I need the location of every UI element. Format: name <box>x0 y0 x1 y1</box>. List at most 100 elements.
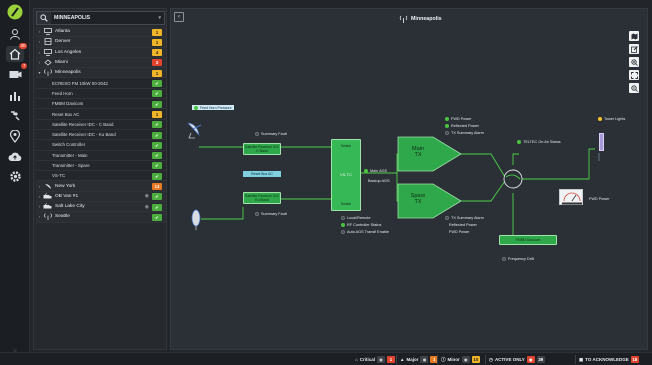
site-row[interactable]: › New York 13 <box>36 181 166 192</box>
user-icon[interactable] <box>6 26 24 42</box>
status-badge: ✔ <box>152 152 162 160</box>
map-pin-icon[interactable] <box>6 128 24 144</box>
fwd-power-meter[interactable]: FWD Power <box>589 197 609 201</box>
summary-fault-bottom[interactable]: Summary Fault <box>255 212 287 216</box>
switch-controller-vstc[interactable]: Switch VS-TC Switch <box>331 139 361 211</box>
site-row[interactable]: › Los Angeles 4 <box>36 47 166 58</box>
eye-icon[interactable]: ◉ <box>145 204 149 210</box>
device-row[interactable]: VS-TC ✔ <box>36 171 166 182</box>
chevron-right-icon[interactable]: › <box>36 204 43 209</box>
cloud-icon[interactable] <box>6 148 24 164</box>
rf-controller-status[interactable]: RF Controller Status <box>341 223 381 227</box>
critical-filter[interactable]: ⌂ Critical ◉ 1 <box>355 355 395 364</box>
alarm-icon[interactable]: 7 <box>6 63 27 82</box>
on-air-status[interactable]: TELTEC On Air Status <box>517 140 561 144</box>
backup-ags-label: Backup AGS <box>368 179 390 183</box>
status-badge: ✔ <box>152 162 162 170</box>
search-input[interactable]: MINNEAPOLIS ▾ <box>51 12 164 24</box>
site-row[interactable]: › Miami 3 <box>36 57 166 69</box>
device-name: Transmitter - Spare <box>52 163 90 168</box>
local-remote[interactable]: Local/Remote <box>341 216 370 220</box>
rf-switch-icon[interactable] <box>502 168 524 190</box>
chevron-right-icon[interactable]: › <box>36 50 43 55</box>
device-row[interactable]: Transmitter - Main ✔ <box>36 150 166 161</box>
to-acknowledge-filter[interactable]: ▣ TO ACKNOWLEDGE 18 <box>579 355 639 364</box>
site-panel: MINNEAPOLIS ▾ › Atlanta 1 › Denver 1 › Los Ange… <box>33 8 167 350</box>
reset-box-ac[interactable]: Reset Box AC <box>243 171 281 177</box>
tower-lights[interactable]: Tower Lights <box>598 117 625 121</box>
chevron-right-icon[interactable]: › <box>36 184 43 189</box>
eye-icon[interactable]: ◉ <box>461 356 470 363</box>
device-row[interactable]: Switch Controller ✔ <box>36 140 166 151</box>
antenna-load-icon[interactable] <box>599 133 604 151</box>
device-row[interactable]: FMBM Davicom ✔ <box>36 99 166 110</box>
frequency-drift[interactable]: Frequency Drift <box>502 257 534 261</box>
spare-reflected-power[interactable]: Reflected Power <box>449 223 477 227</box>
site-search[interactable]: MINNEAPOLIS ▾ <box>36 11 165 25</box>
major-filter[interactable]: ▲ Major ◉ 1 <box>400 355 439 364</box>
site-name: OB Van #1 <box>55 193 79 199</box>
settings-hint-icon[interactable] <box>6 108 24 124</box>
device-name: Reset Box AC <box>52 111 80 117</box>
eye-icon[interactable]: ◉ <box>376 356 385 363</box>
antenna-icon <box>43 213 52 221</box>
chevron-down-icon[interactable]: ▾ <box>158 12 161 24</box>
eye-icon[interactable]: ◉ <box>420 356 429 363</box>
status-badge: ✔ <box>152 213 162 221</box>
main-ags[interactable]: Main AGS <box>364 169 387 173</box>
spare-tx-summary-label: TX Summary Alarm <box>451 216 484 220</box>
main-tx-summary-alarm[interactable]: TX Summary Alarm <box>445 131 484 135</box>
logo-icon[interactable] <box>6 4 24 20</box>
gear-icon[interactable] <box>6 168 24 184</box>
spare-fwd-power[interactable]: FWD Power <box>449 230 469 234</box>
main-fwd-power[interactable]: FWD Power <box>445 117 471 121</box>
van-icon <box>43 192 52 200</box>
spare-tx-summary-alarm[interactable]: TX Summary Alarm <box>445 216 484 220</box>
feed-horn-pressure-tag[interactable]: Feed Horn Pressure <box>192 105 234 110</box>
summary-fault-top[interactable]: Summary Fault <box>255 132 287 136</box>
site-row[interactable]: › OB Van #1 ◉ ✔ <box>36 191 166 203</box>
chevron-right-icon[interactable]: › <box>36 214 43 219</box>
home-icon[interactable]: 30 <box>6 43 27 62</box>
status-dot <box>341 223 345 227</box>
sat-receiver-c-band[interactable]: Satellite Receiver IDC C Band <box>243 143 281 155</box>
device-row[interactable]: Feed Horn ✔ <box>36 88 166 100</box>
active-only-filter[interactable]: ◷ ACTIVE ONLY ◉ 39 <box>489 355 545 364</box>
chevron-right-icon[interactable]: › <box>36 29 43 34</box>
status-dot <box>517 140 521 144</box>
device-row[interactable]: Satellite Receiver IDC - C Band ✔ <box>36 119 166 130</box>
status-dot <box>341 216 345 220</box>
device-row[interactable]: Transmitter - Spare ✔ <box>36 160 166 172</box>
device-name: VS-TC <box>52 173 66 179</box>
site-row[interactable]: › Atlanta 1 <box>36 27 166 38</box>
fmbm-davicom[interactable]: FMBM Davicom <box>499 235 557 245</box>
eye-icon[interactable]: ◉ <box>145 193 149 199</box>
chevron-right-icon[interactable]: › <box>36 39 43 44</box>
chevron-down-icon[interactable]: ▾ <box>36 70 43 75</box>
backup-ags[interactable]: Backup AGS <box>368 179 390 183</box>
chevron-right-icon[interactable]: › <box>36 194 43 199</box>
chevron-right-icon[interactable]: › <box>36 60 43 65</box>
minor-filter[interactable]: ⓘ Minor ◉ 10 <box>441 355 480 364</box>
device-row[interactable]: Reset Box AC 1 <box>36 109 166 120</box>
site-row[interactable]: › Seattle ✔ <box>36 212 166 223</box>
sat-receiver-ku-band[interactable]: Satellite Receiver IDC Ku Band <box>243 192 281 204</box>
eye-icon[interactable]: ◉ <box>526 356 535 363</box>
site-row[interactable]: › Salt Lake City ◉ ✔ <box>36 202 166 213</box>
device-row[interactable]: Satellite Receiver IDC - Ku Band ✔ <box>36 129 166 141</box>
satellite-dish-ku-icon[interactable] <box>189 209 203 236</box>
chart-icon[interactable] <box>6 88 24 104</box>
site-row[interactable]: ▾ Minneapolis 1 <box>36 68 166 79</box>
main-tx[interactable]: Main TX <box>403 146 433 158</box>
main-reflected-power[interactable]: Reflected Power <box>445 124 479 128</box>
device-row[interactable]: ECRESO FM 10kW 00-2042 ✔ <box>36 78 166 89</box>
spare-tx[interactable]: Spare TX <box>403 193 433 205</box>
satellite-dish-c-icon[interactable] <box>185 121 205 144</box>
auto-ags-transfer[interactable]: Auto AGS Transfl Enable <box>341 230 389 234</box>
search-value: MINNEAPOLIS <box>54 15 91 21</box>
alarm-status-bar: ⌂ Critical ◉ 1 ▲ Major ◉ 1 ⓘ Minor ◉ 10 … <box>0 352 652 365</box>
power-meter-icon[interactable] <box>559 189 583 205</box>
site-name: Minneapolis <box>55 70 81 76</box>
status-badge: 13 <box>152 183 162 191</box>
site-row[interactable]: › Denver 1 <box>36 37 166 48</box>
